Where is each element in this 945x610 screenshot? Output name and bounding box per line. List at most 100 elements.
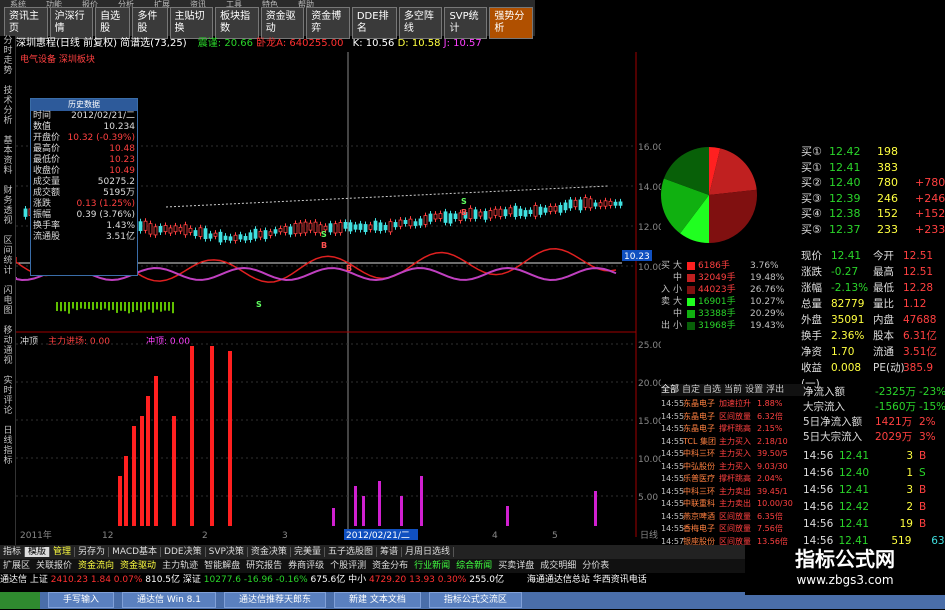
taskbar-item[interactable]: 手写输入 xyxy=(48,592,115,608)
level-label: 买① xyxy=(801,160,822,174)
extension-tab[interactable]: 智能解盘 xyxy=(201,561,243,571)
flow-row[interactable]: 14:55 燕京啤酒 区间放量 6.35倍 xyxy=(661,511,803,524)
lower-bar xyxy=(420,476,423,526)
extension-tab[interactable]: 资金流向 xyxy=(75,561,117,571)
lower-bar xyxy=(146,396,150,526)
indicator-tab[interactable]: 另存为 xyxy=(75,547,110,557)
indicator-tab[interactable]: 管理 xyxy=(50,547,76,557)
lower-bar xyxy=(190,346,194,526)
mini-bar xyxy=(68,302,70,314)
candle xyxy=(493,208,498,216)
left-tab[interactable]: 分时走势 xyxy=(0,36,16,76)
x-tick-label: 2011年 xyxy=(20,529,52,541)
flow-tab[interactable]: 自定 xyxy=(682,385,700,395)
indicator-tab[interactable]: 五子选股图 xyxy=(324,547,377,557)
info-row: 换手率 1.43% xyxy=(31,221,137,232)
left-tab[interactable]: 技术分析 xyxy=(0,86,16,126)
info-value: 10.234 xyxy=(103,122,136,132)
history-data-panel[interactable]: 历史数据 时间 2012/02/21/二 数值 10.234 开盘价 10.32 (-0.… xyxy=(30,98,138,276)
flow-action: 主力买入 xyxy=(719,461,751,471)
indicator-tab[interactable]: 筹谱 xyxy=(376,547,402,557)
left-tab[interactable]: 实时评论 xyxy=(0,376,16,416)
extension-tab[interactable]: 行业新闻 xyxy=(411,561,453,571)
nav-tab[interactable]: 板块指数 xyxy=(215,7,259,39)
nav-tab[interactable]: 资讯主页 xyxy=(4,7,48,39)
extension-tab[interactable]: 买卖详盘 xyxy=(495,561,537,571)
taskbar-item[interactable]: 新建 文本文档 xyxy=(333,592,421,608)
flow-row[interactable]: 14:55 中科三环 主力买入 39.50/5 xyxy=(661,448,803,461)
netflow-row: 大宗流入 -1560万 -15% xyxy=(803,400,945,415)
extension-tab[interactable]: 资金驱动 xyxy=(117,561,159,571)
extension-tab[interactable]: 主力轨迹 xyxy=(159,561,201,571)
legend-vol: 16901手 xyxy=(698,297,736,307)
quote-v: 12.41 xyxy=(831,250,862,262)
extension-tab[interactable]: 资金分布 xyxy=(369,561,411,571)
flow-row[interactable]: 14:55 香梅电子 区间放量 7.56倍 xyxy=(661,523,803,536)
flow-tab[interactable]: 当前 xyxy=(724,385,742,395)
quote-table: 现价 12.41 今开 12.51 涨跌 -0.27 最高 12.51 涨幅 -2.13% 最低 12… xyxy=(801,248,945,392)
flow-row[interactable]: 14:55 中弘股份 主力买入 9.03/30 xyxy=(661,461,803,474)
flow-tab[interactable]: 全部 xyxy=(661,385,679,395)
nav-tab[interactable]: 自选股 xyxy=(95,7,131,39)
flow-tab[interactable]: 浮出 xyxy=(766,385,784,395)
start-button[interactable] xyxy=(0,592,40,609)
extension-tab[interactable]: 个股评测 xyxy=(327,561,369,571)
flow-row[interactable]: 14:55 东晶电子 区间放量 6.32倍 xyxy=(661,411,803,424)
left-tab[interactable]: 基本资料 xyxy=(0,136,16,176)
indicator-tab[interactable]: 模版 xyxy=(25,547,51,557)
nav-tab[interactable]: 多件股 xyxy=(132,7,168,39)
legend-vol: 31968手 xyxy=(698,321,736,331)
candle xyxy=(198,227,203,237)
legend-pct: 19.43% xyxy=(750,321,785,331)
extension-tab[interactable]: 分价表 xyxy=(579,561,612,571)
nav-tab[interactable]: 强势分析 xyxy=(489,7,533,39)
nav-tab[interactable]: 资金驱动 xyxy=(260,7,305,39)
extension-tab[interactable]: 研究报告 xyxy=(243,561,285,571)
nav-tab[interactable]: 主贴切换 xyxy=(169,7,214,39)
left-tab[interactable]: 日线指标 xyxy=(0,426,16,466)
indicator-tab[interactable]: DDE决策 xyxy=(161,547,206,557)
indicator-tab[interactable]: 资金决策 xyxy=(247,547,291,557)
nav-tab[interactable]: 多空阵线 xyxy=(398,7,443,39)
extension-tab[interactable]: 关联报价 xyxy=(33,561,75,571)
level-label: 买③ xyxy=(801,191,822,205)
taskbar-item[interactable]: 通达信 Win 8.1 xyxy=(122,592,216,608)
left-tab[interactable]: 财务透视 xyxy=(0,186,16,226)
flow-row[interactable]: 14:55 中联重科 主力卖出 10.00/30 xyxy=(661,498,803,511)
extension-tab[interactable]: 综合新闻 xyxy=(453,561,495,571)
indicator-tab[interactable]: SVP决策 xyxy=(205,547,248,557)
nav-tab[interactable]: DDE排名 xyxy=(351,7,397,39)
lower-bar xyxy=(140,416,144,526)
y-tick-label: 25.00 xyxy=(638,341,661,351)
flow-tab[interactable]: 自选 xyxy=(703,385,721,395)
indicator-tab[interactable]: 月周日选线 xyxy=(401,547,454,557)
sz-pct: -0.16% xyxy=(275,575,308,585)
flow-row[interactable]: 14:55 中科三环 主力卖出 39.45/1 xyxy=(661,486,803,499)
flow-tab[interactable]: 设置 xyxy=(745,385,763,395)
taskbar-item[interactable]: 通达信推荐天郎东 xyxy=(223,592,326,608)
flow-row[interactable]: 14:55 TCL 集团 主力买入 2.18/10 xyxy=(661,436,803,449)
extension-tab[interactable]: 成交明细 xyxy=(537,561,579,571)
lower-bar xyxy=(354,486,357,526)
flow-row[interactable]: 14:55 东晶电子 加速拉升 1.88% xyxy=(661,398,803,411)
left-tab[interactable]: 闪电图 xyxy=(0,286,16,316)
nav-tab[interactable]: SVP统计 xyxy=(444,7,488,39)
indicator-tab[interactable]: MACD基本 xyxy=(109,547,162,557)
broker-label: 海通通达信总站 xyxy=(526,575,590,585)
extension-tab[interactable]: 扩展区 xyxy=(0,561,33,571)
info-row: 成交额 5195万 xyxy=(31,188,137,199)
left-tab[interactable]: 区间统计 xyxy=(0,236,16,276)
nav-tab[interactable]: 沪深行情 xyxy=(49,7,94,39)
nav-tab[interactable]: 资金博弈 xyxy=(306,7,350,39)
extension-tab[interactable]: 券商评级 xyxy=(285,561,327,571)
left-tab[interactable]: 移动通视 xyxy=(0,326,16,366)
order-book: 买① 12.42 198 买① 12.41 383 买② 12.40 780 +780 买③ 12.3… xyxy=(801,144,945,237)
tick-price: 12.41 xyxy=(839,450,870,462)
flow-row[interactable]: 14:55 乐普医疗 撑杆跳高 2.04% xyxy=(661,473,803,486)
taskbar-item[interactable]: 指标公式交流区 xyxy=(428,592,522,608)
signal-marker: S xyxy=(461,197,467,206)
flow-row[interactable]: 14:55 东晶电子 撑杆跳高 2.15% xyxy=(661,423,803,436)
indicator-tab[interactable]: 完美量 xyxy=(290,547,325,557)
order-level-row: 买① 12.41 383 xyxy=(801,160,945,176)
indicator-tab[interactable]: 指标 xyxy=(0,547,26,557)
